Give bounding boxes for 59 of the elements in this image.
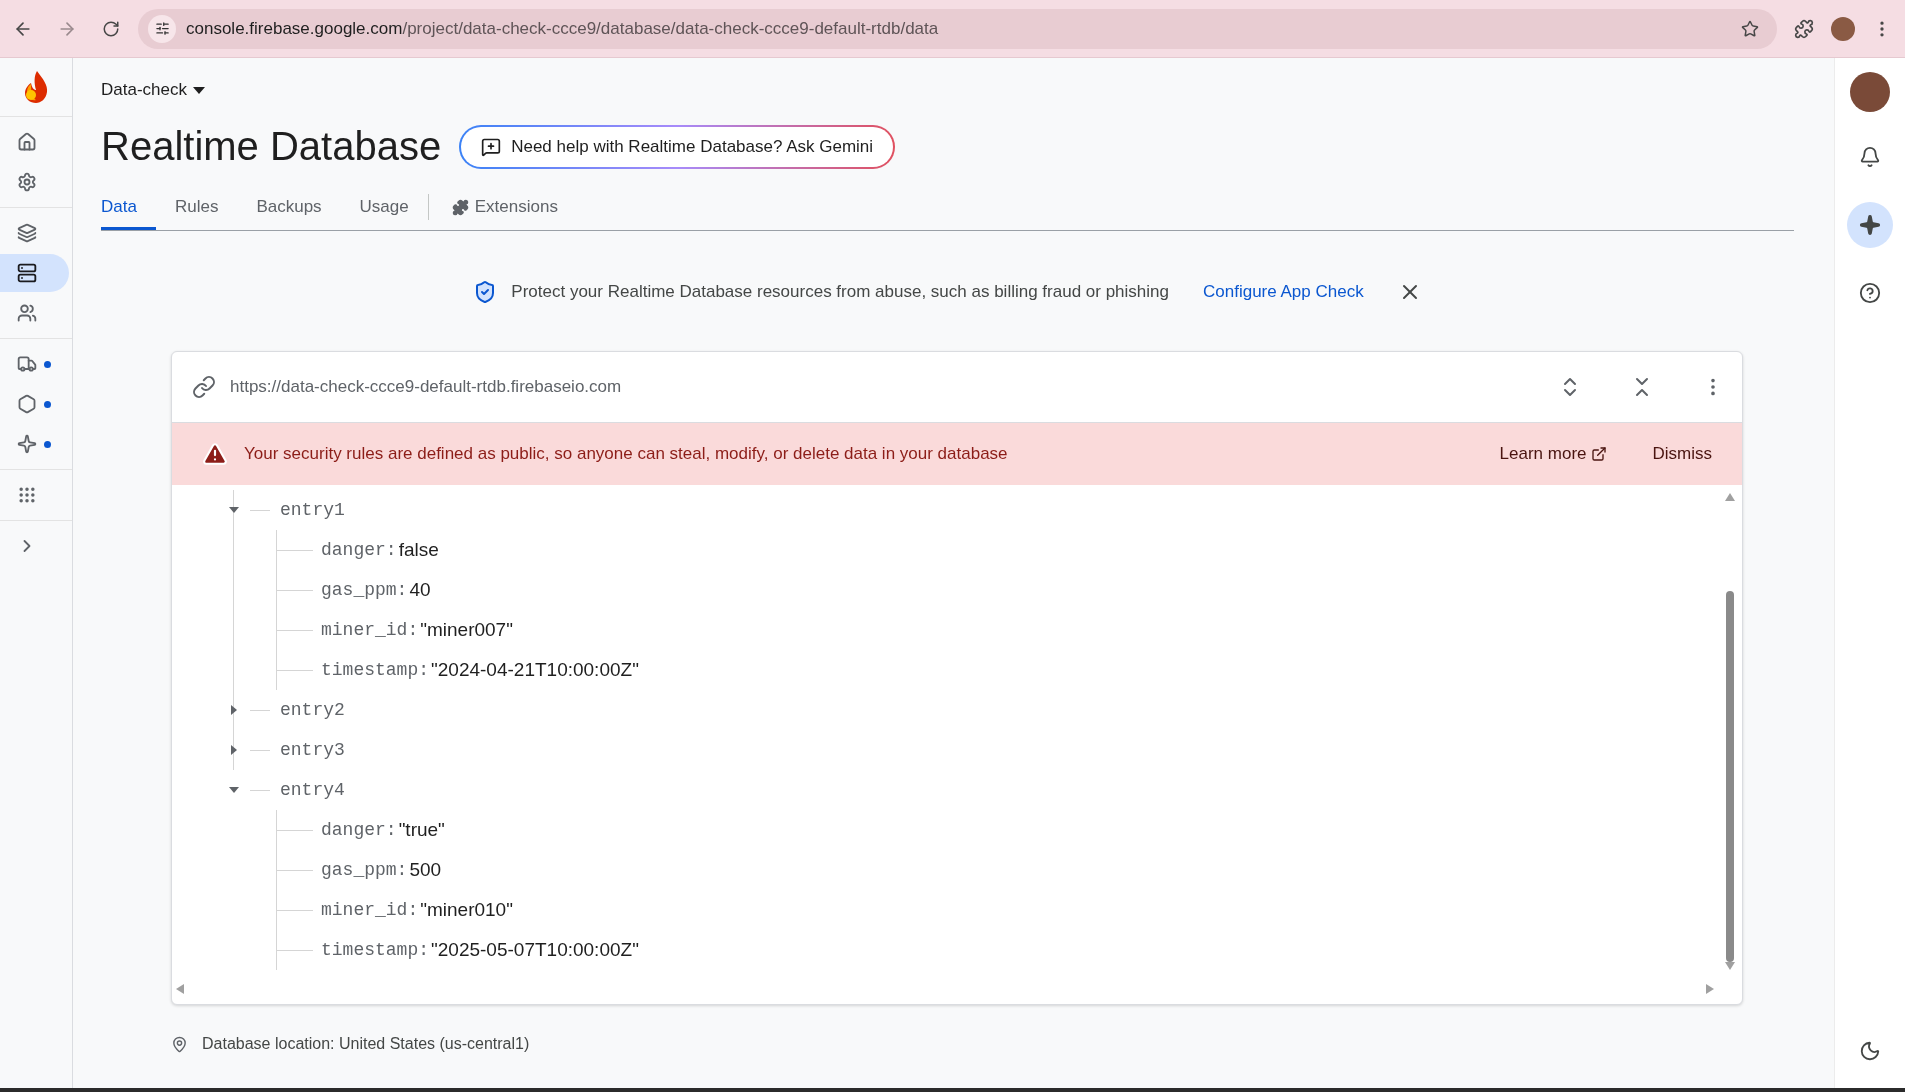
scroll-left-icon[interactable] bbox=[176, 984, 184, 994]
node-key[interactable]: entry1 bbox=[280, 500, 345, 520]
node-key[interactable]: entry3 bbox=[280, 740, 345, 760]
warning-icon bbox=[202, 441, 228, 467]
gemini-sparkle-icon[interactable] bbox=[1847, 202, 1893, 248]
tab[interactable]: Data bbox=[101, 184, 156, 230]
notice-text: Protect your Realtime Database resources from abuse, such as billing fraud or phishing bbox=[511, 282, 1169, 302]
field-value[interactable]: "miner010" bbox=[420, 899, 513, 921]
project-selector[interactable]: Data-check bbox=[101, 80, 205, 100]
field-key[interactable]: gas_ppm: bbox=[321, 860, 408, 880]
settings-icon bbox=[17, 172, 37, 192]
account-avatar[interactable] bbox=[1850, 72, 1890, 112]
location-pin-icon bbox=[171, 1035, 188, 1053]
link-icon bbox=[192, 375, 216, 399]
users-icon bbox=[17, 303, 37, 323]
learn-more-link[interactable]: Learn more bbox=[1499, 444, 1607, 464]
node-key[interactable]: entry2 bbox=[280, 700, 345, 720]
field-value[interactable]: "true" bbox=[398, 819, 445, 841]
tab[interactable]: Backups bbox=[237, 184, 341, 230]
alert-text: Your security rules are defined as public, so anyone can steal, modify, or delete data in your database bbox=[244, 444, 1009, 464]
field-key[interactable]: timestamp: bbox=[321, 660, 430, 680]
profile-avatar[interactable] bbox=[1831, 16, 1855, 41]
apps-icon bbox=[17, 485, 37, 505]
field-key[interactable]: timestamp: bbox=[321, 940, 430, 960]
field-key[interactable]: danger: bbox=[321, 820, 397, 840]
external-link-icon bbox=[1590, 446, 1607, 462]
sparkle-icon bbox=[17, 434, 37, 454]
configure-app-check-link[interactable]: Configure App Check bbox=[1203, 282, 1364, 302]
field-value[interactable]: "2025-05-07T10:00:00Z" bbox=[431, 939, 639, 961]
hosting-icon bbox=[17, 223, 37, 243]
database-icon bbox=[17, 263, 37, 283]
field-key[interactable]: gas_ppm: bbox=[321, 580, 408, 600]
database-location: Database location: United States (us-central1) bbox=[202, 1035, 530, 1053]
field-key[interactable]: miner_id: bbox=[321, 620, 419, 640]
page-title: Realtime Database bbox=[101, 124, 442, 169]
dismiss-button[interactable]: Dismiss bbox=[1652, 444, 1712, 464]
site-settings-icon[interactable] bbox=[148, 14, 176, 43]
database-url: https://data-check-ccce9-default-rtdb.firebaseio.com bbox=[230, 377, 623, 397]
scroll-right-icon[interactable] bbox=[1706, 984, 1714, 994]
tab[interactable]: Rules bbox=[155, 184, 238, 230]
field-key[interactable]: miner_id: bbox=[321, 900, 419, 920]
field-value[interactable]: 40 bbox=[409, 579, 431, 601]
node-key[interactable]: entry4 bbox=[280, 780, 345, 800]
field-value[interactable]: 500 bbox=[409, 859, 442, 881]
tab[interactable]: Extensions bbox=[432, 184, 577, 230]
puzzle-icon bbox=[451, 198, 469, 216]
field-value[interactable]: "miner007" bbox=[420, 619, 513, 641]
url-text: console.firebase.google.com/project/data-check-ccce9/database/data-check-ccce9-default-rtdb/data bbox=[186, 18, 940, 39]
home-icon bbox=[17, 132, 37, 152]
address-bar[interactable]: console.firebase.google.com/project/data-check-ccce9/database/data-check-ccce9-default-rtdb/data bbox=[138, 8, 1777, 49]
field-key[interactable]: danger: bbox=[321, 540, 397, 560]
scroll-up-icon[interactable] bbox=[1725, 493, 1735, 501]
field-value[interactable]: "2024-04-21T10:00:00Z" bbox=[431, 659, 639, 681]
nav-item[interactable] bbox=[0, 254, 69, 292]
caret-icon bbox=[193, 86, 205, 94]
tab[interactable]: Usage bbox=[340, 184, 428, 230]
hexagon-icon bbox=[17, 394, 37, 414]
field-value[interactable]: false bbox=[398, 539, 439, 561]
flame-logo-icon bbox=[23, 70, 49, 104]
